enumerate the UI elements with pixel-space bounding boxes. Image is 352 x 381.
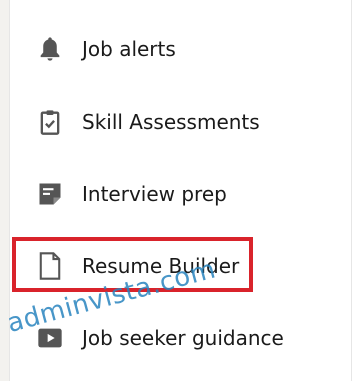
bell-icon	[34, 33, 66, 65]
document-icon	[34, 250, 66, 282]
menu-item-job-alerts[interactable]: Job alerts	[34, 29, 176, 69]
menu-item-interview-prep[interactable]: Interview prep	[34, 174, 227, 214]
menu-item-skill-assessments[interactable]: Skill Assessments	[34, 102, 260, 142]
menu-item-label: Job seeker guidance	[82, 326, 284, 350]
clipboard-check-icon	[34, 106, 66, 138]
note-icon	[34, 178, 66, 210]
menu-item-label: Interview prep	[82, 182, 227, 206]
menu-item-label: Skill Assessments	[82, 110, 260, 134]
menu-item-label: Job alerts	[82, 37, 176, 61]
menu-item-job-seeker-guidance[interactable]: Job seeker guidance	[34, 318, 284, 358]
